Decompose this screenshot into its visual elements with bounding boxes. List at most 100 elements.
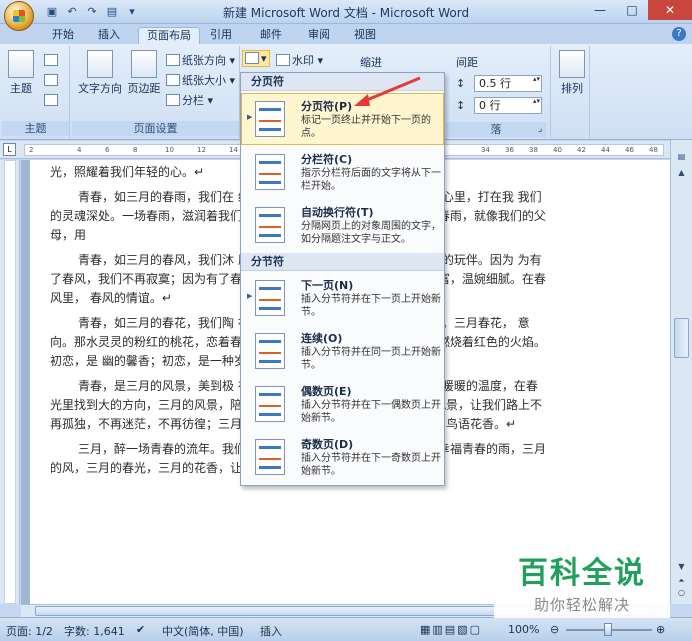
scroll-thumb[interactable]: [674, 318, 689, 358]
odd-page-section-break-icon: [255, 439, 285, 475]
language-status[interactable]: 中文(简体, 中国): [162, 623, 244, 639]
insert-mode[interactable]: 插入: [260, 623, 282, 639]
ruler-number: 2: [29, 146, 34, 154]
spacing-before-input[interactable]: 0.5 行: [474, 75, 542, 92]
select-browse-icon[interactable]: ○: [674, 586, 689, 600]
menu-item-description: 分隔网页上的对象周围的文字，如分隔题注文字与正文。: [301, 221, 441, 245]
menu-item-title: 偶数页(E): [301, 385, 352, 398]
scroll-up-icon[interactable]: ▲: [674, 166, 689, 180]
spell-check-icon[interactable]: ✔: [136, 623, 145, 636]
help-icon[interactable]: ?: [672, 27, 686, 41]
minimize-button[interactable]: —: [584, 0, 616, 20]
ruler-number: 48: [649, 146, 658, 154]
watermark-icon: [276, 54, 290, 66]
paragraph-dialog-launcher[interactable]: ⌟: [538, 124, 542, 134]
spacing-after-input[interactable]: 0 行: [474, 97, 542, 114]
ruler-number: 46: [625, 146, 634, 154]
menu-item-column-break[interactable]: 分栏符(C) 指示分栏符后面的文字将从下一栏开始。: [241, 146, 444, 198]
theme-button-label: 主题: [10, 82, 32, 95]
zoom-out-icon[interactable]: ⊖: [550, 623, 559, 636]
next-page-section-break-icon: [255, 280, 285, 316]
zoom-in-icon[interactable]: ⊕: [656, 623, 665, 636]
ruler-number: 36: [505, 146, 514, 154]
spacing-before-icon: ↕: [456, 77, 466, 90]
margins-button[interactable]: 页边距: [126, 50, 162, 96]
theme-button[interactable]: 主题: [4, 50, 38, 96]
margins-icon: [131, 50, 157, 78]
margins-label: 页边距: [127, 82, 161, 95]
theme-group-label: 主题: [2, 121, 69, 136]
menu-item-description: 插入分节符并在同一页上开始新节。: [301, 347, 441, 371]
title-bar: ▣ ↶ ↷ ▤ ▾ 新建 Microsoft Word 文档 - Microso…: [0, 0, 692, 31]
menu-item-description: 指示分栏符后面的文字将从下一栏开始。: [301, 168, 441, 192]
view-buttons[interactable]: ▦▥▤▧▢: [420, 623, 482, 636]
page-setup-group: 文字方向 页边距 纸张方向 ▾ 纸张大小 ▾ 分栏 ▾ 页面设置: [72, 46, 240, 138]
watermark-title: 百科全说: [518, 556, 646, 591]
effects-icon: [44, 94, 58, 106]
zoom-level[interactable]: 100%: [508, 623, 539, 636]
page-count[interactable]: 页面: 1/2: [6, 623, 53, 639]
menu-item-description: 标记一页终止并开始下一页的点。: [301, 115, 431, 139]
section-breaks-heading: 分节符: [241, 253, 444, 271]
ruler-number: 34: [481, 146, 490, 154]
tab-home[interactable]: 开始: [44, 27, 82, 44]
menu-item-text-wrapping-break[interactable]: 自动换行符(T) 分隔网页上的对象周围的文字，如分隔题注文字与正文。: [241, 199, 444, 251]
tab-page-layout[interactable]: 页面布局: [138, 27, 200, 44]
menu-item-continuous-section-break[interactable]: 连续(O) 插入分节符并在同一页上开始新节。: [241, 325, 444, 377]
menu-item-description: 插入分节符并在下一偶数页上开始新节。: [301, 400, 441, 424]
office-button[interactable]: [4, 1, 34, 31]
arrange-label: 排列: [561, 82, 583, 95]
word-count[interactable]: 字数: 1,641: [64, 623, 125, 639]
watermark-button[interactable]: 水印 ▾: [276, 52, 323, 68]
theme-group: 主题 主题: [2, 46, 70, 138]
arrange-group: 排列: [550, 46, 590, 138]
size-icon: [166, 74, 180, 86]
menu-pointer-icon: ▶: [247, 113, 253, 121]
even-page-section-break-icon: [255, 386, 285, 422]
orientation-label: 纸张方向: [182, 54, 226, 67]
size-button[interactable]: 纸张大小 ▾: [166, 72, 235, 88]
tab-references[interactable]: 引用: [202, 27, 240, 44]
menu-item-title: 自动换行符(T): [301, 206, 374, 219]
vertical-scrollbar[interactable]: ▤ ▲ ▼ ⏶ ○: [670, 140, 692, 604]
watermark-subtitle: 助你轻松解决: [533, 596, 630, 614]
spacing-label: 间距: [456, 56, 478, 69]
menu-item-title: 奇数页(D): [301, 438, 354, 451]
status-bar: 页面: 1/2 字数: 1,641 ✔ 中文(简体, 中国) 插入 ▦▥▤▧▢ …: [0, 617, 692, 641]
zoom-slider-knob[interactable]: [604, 623, 612, 636]
columns-label: 分栏: [182, 94, 204, 107]
ruler-number: 6: [105, 146, 110, 154]
tab-view[interactable]: 视图: [346, 27, 384, 44]
scroll-down-icon[interactable]: ▼: [674, 560, 689, 574]
ruler-number: 8: [133, 146, 138, 154]
theme-effects-button[interactable]: [44, 94, 60, 107]
ruler-number: 12: [197, 146, 206, 154]
theme-fonts-button[interactable]: [44, 74, 60, 87]
orientation-icon: [166, 54, 180, 66]
vertical-ruler-bar: [4, 160, 16, 604]
text-direction-icon: [87, 50, 113, 78]
columns-button[interactable]: 分栏 ▾: [166, 92, 213, 108]
ruler-toggle-icon[interactable]: ▤: [674, 150, 689, 164]
menu-item-next-page-section-break[interactable]: ▶ 下一页(N) 插入分节符并在下一页上开始新节。: [241, 272, 444, 324]
menu-item-odd-page-section-break[interactable]: 奇数页(D) 插入分节符并在下一奇数页上开始新节。: [241, 431, 444, 483]
columns-icon: [166, 94, 180, 106]
orientation-button[interactable]: 纸张方向 ▾: [166, 52, 235, 68]
tab-mailings[interactable]: 邮件: [252, 27, 290, 44]
maximize-button[interactable]: □: [616, 0, 648, 20]
theme-colors-button[interactable]: [44, 54, 60, 67]
breaks-button[interactable]: ▾: [242, 50, 270, 67]
tab-review[interactable]: 审阅: [300, 27, 338, 44]
menu-item-even-page-section-break[interactable]: 偶数页(E) 插入分节符并在下一偶数页上开始新节。: [241, 378, 444, 430]
text-wrapping-break-icon: [255, 207, 285, 243]
close-button[interactable]: ✕: [648, 0, 692, 20]
ruler-number: 40: [553, 146, 562, 154]
arrange-button[interactable]: 排列: [555, 50, 589, 96]
tab-stop-selector[interactable]: L: [3, 143, 16, 156]
text-direction-button[interactable]: 文字方向: [78, 50, 122, 96]
tab-insert[interactable]: 插入: [90, 27, 128, 44]
menu-item-title: 连续(O): [301, 332, 343, 345]
ruler-number: 44: [601, 146, 610, 154]
arrange-icon: [559, 50, 585, 78]
menu-item-description: 插入分节符并在下一奇数页上开始新节。: [301, 453, 441, 477]
